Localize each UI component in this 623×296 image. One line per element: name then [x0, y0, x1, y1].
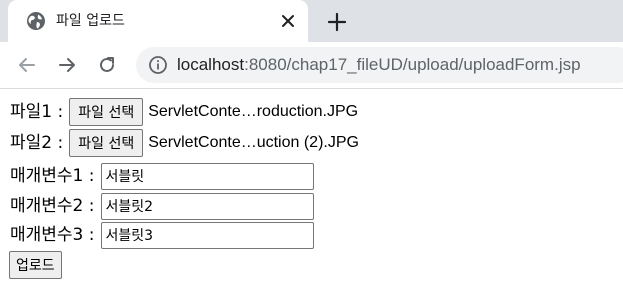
file1-name: ServletConte…roduction.JPG [148, 103, 359, 120]
param1-input[interactable] [100, 162, 314, 190]
param3-input[interactable] [100, 221, 314, 249]
url-host: localhost [177, 55, 245, 74]
plus-icon[interactable] [326, 11, 348, 33]
file2-name: ServletConte…uction (2).JPG [148, 134, 359, 151]
file2-row: 파일2 : 파일 선택 ServletConte…uction (2).JPG [10, 129, 359, 157]
globe-icon [27, 12, 45, 30]
param3-row: 매개변수3 : [10, 221, 314, 249]
param2-label: 매개변수2 : [10, 196, 95, 216]
url-path: :8080/chap17_fileUD/upload/uploadForm.js… [244, 55, 581, 74]
info-icon[interactable] [148, 55, 168, 75]
param1-label: 매개변수1 : [10, 166, 95, 186]
file2-choose-button[interactable]: 파일 선택 [69, 129, 144, 157]
upload-form: 파일1 : 파일 선택 ServletConte…roduction.JPG 파… [0, 89, 623, 296]
param1-row: 매개변수1 : [10, 162, 314, 190]
address-bar[interactable]: localhost:8080/chap17_fileUD/upload/uplo… [136, 47, 623, 83]
arrow-right-icon[interactable] [56, 54, 78, 76]
param3-label: 매개변수3 : [10, 225, 95, 245]
file1-choose-button[interactable]: 파일 선택 [69, 98, 144, 126]
file2-label: 파일2 : [10, 133, 64, 153]
arrow-left-icon[interactable] [16, 54, 38, 76]
close-icon[interactable] [280, 13, 296, 29]
tab-strip: 파일 업로드 [0, 0, 623, 42]
tab-active[interactable]: 파일 업로드 [8, 0, 308, 42]
file1-label: 파일1 : [10, 102, 64, 122]
reload-icon[interactable] [96, 54, 118, 76]
file1-row: 파일1 : 파일 선택 ServletConte…roduction.JPG [10, 98, 358, 126]
param2-row: 매개변수2 : [10, 192, 314, 220]
url-text[interactable]: localhost:8080/chap17_fileUD/upload/uplo… [177, 55, 581, 75]
upload-submit-button[interactable]: 업로드 [9, 251, 62, 279]
tab-title: 파일 업로드 [56, 13, 125, 29]
browser-toolbar: localhost:8080/chap17_fileUD/upload/uplo… [0, 42, 623, 89]
param2-input[interactable] [100, 192, 314, 220]
